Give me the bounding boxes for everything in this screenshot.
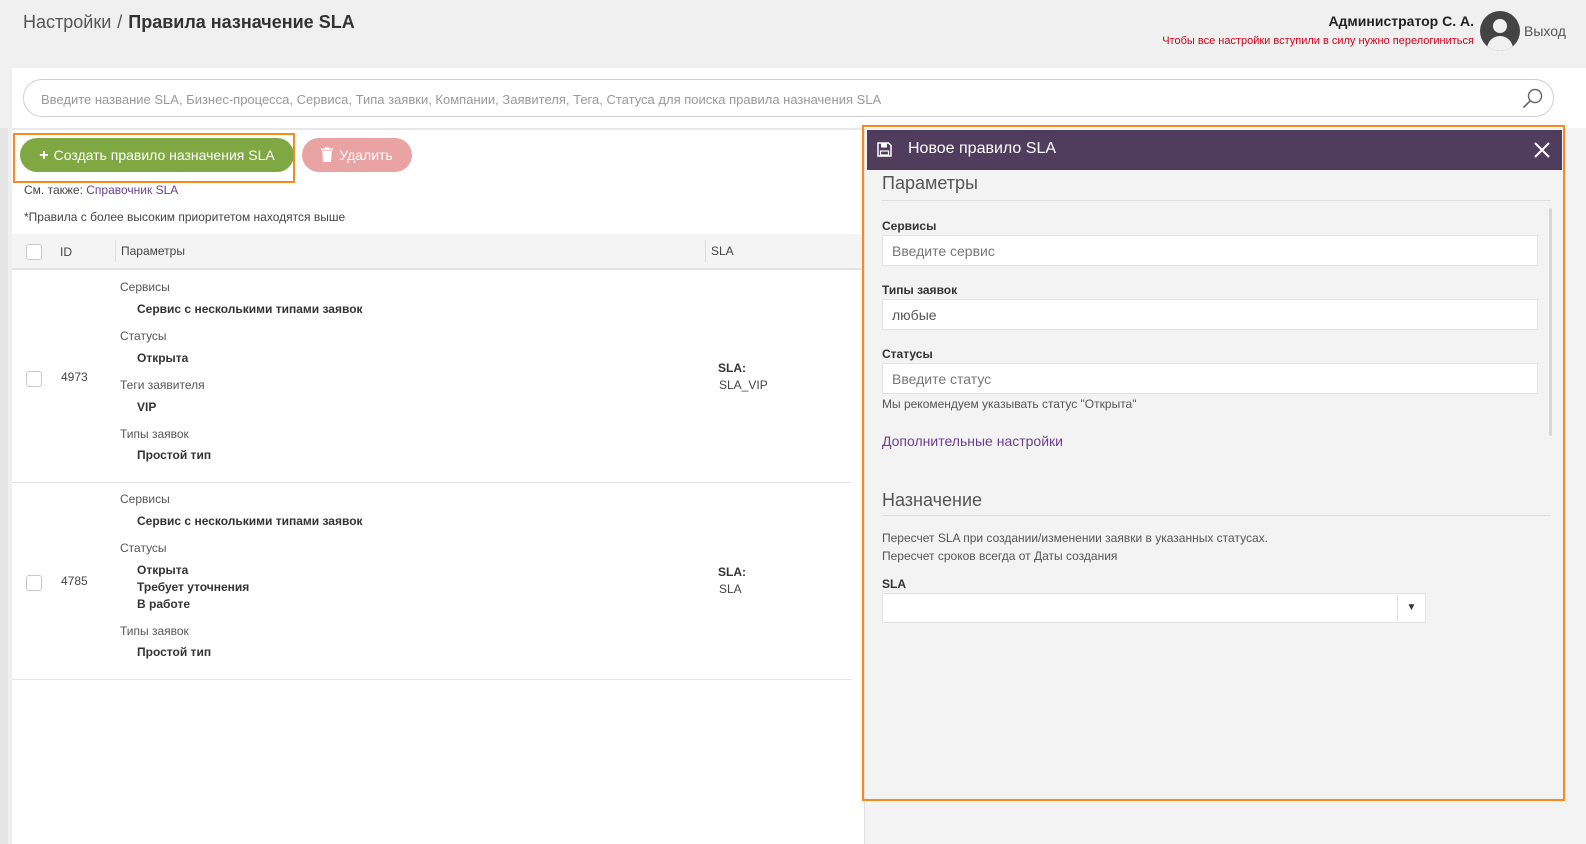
left-scroll-track <box>0 128 8 844</box>
select-all-checkbox[interactable] <box>26 244 42 260</box>
search-icon[interactable] <box>1521 86 1545 110</box>
param-value: Сервис с несколькими типами заявок <box>137 514 363 528</box>
param-label: Статусы <box>120 329 167 343</box>
param-value: Требует уточнения <box>137 580 250 594</box>
logout-link[interactable]: Выход <box>1524 23 1566 39</box>
param-label: Типы заявок <box>120 427 189 441</box>
avatar-head <box>1493 19 1507 33</box>
column-header-id[interactable]: ID <box>60 245 72 259</box>
param-label: Теги заявителя <box>120 378 205 392</box>
param-label: Статусы <box>120 541 167 555</box>
param-value: В работе <box>137 597 190 611</box>
param-value: Сервис с несколькими типами заявок <box>137 302 363 316</box>
param-value: Открыта <box>137 351 189 365</box>
param-label: Типы заявок <box>120 624 189 638</box>
search-input[interactable] <box>39 89 1509 109</box>
row-checkbox[interactable] <box>26 371 42 387</box>
breadcrumb-separator: / <box>117 12 123 32</box>
user-name: Администратор С. А. <box>1328 13 1474 29</box>
delete-button[interactable]: Удалить <box>302 138 412 172</box>
trash-icon <box>321 147 334 163</box>
param-value: Простой тип <box>137 448 212 462</box>
column-header-sla[interactable]: SLA <box>705 240 734 262</box>
sla-label: SLA: <box>718 361 746 375</box>
breadcrumb: Настройки / Правила назначение SLA <box>23 12 355 33</box>
row-id: 4785 <box>61 574 88 588</box>
priority-note: *Правила с более высоким приоритетом нах… <box>24 210 346 224</box>
param-value: VIP <box>137 400 157 414</box>
column-header-params[interactable]: Параметры <box>115 240 185 262</box>
divider <box>12 128 864 130</box>
sla-value: SLA <box>719 582 742 596</box>
avatar-icon[interactable] <box>1480 11 1520 51</box>
see-also-prefix: См. также: <box>24 183 83 197</box>
param-label: Сервисы <box>120 280 170 294</box>
table-header: ID Параметры SLA <box>12 234 864 270</box>
panel-highlight <box>862 125 1565 801</box>
sla-directory-link[interactable]: Справочник SLA <box>86 183 178 197</box>
sla-value: SLA_VIP <box>719 378 768 392</box>
row-id: 4973 <box>61 370 88 384</box>
search-bar <box>23 79 1554 117</box>
row-checkbox[interactable] <box>26 575 42 591</box>
table-row[interactable]: 4785 Сервисы Сервис с несколькими типами… <box>12 483 852 680</box>
create-button-highlight <box>13 133 295 183</box>
table-row[interactable]: 4973 Сервисы Сервис с несколькими типами… <box>12 272 852 483</box>
delete-label: Удалить <box>339 147 393 163</box>
breadcrumb-settings-link[interactable]: Настройки <box>23 12 111 32</box>
top-bar <box>0 0 1586 68</box>
param-value: Открыта <box>137 563 189 577</box>
relogin-notice: Чтобы все настройки вступили в силу нужн… <box>1162 35 1474 47</box>
param-label: Сервисы <box>120 492 170 506</box>
sla-label: SLA: <box>718 565 746 579</box>
param-value: Простой тип <box>137 645 212 659</box>
see-also: См. также: Справочник SLA <box>24 183 178 197</box>
avatar-body <box>1487 36 1513 51</box>
page-title: Правила назначение SLA <box>128 12 355 32</box>
